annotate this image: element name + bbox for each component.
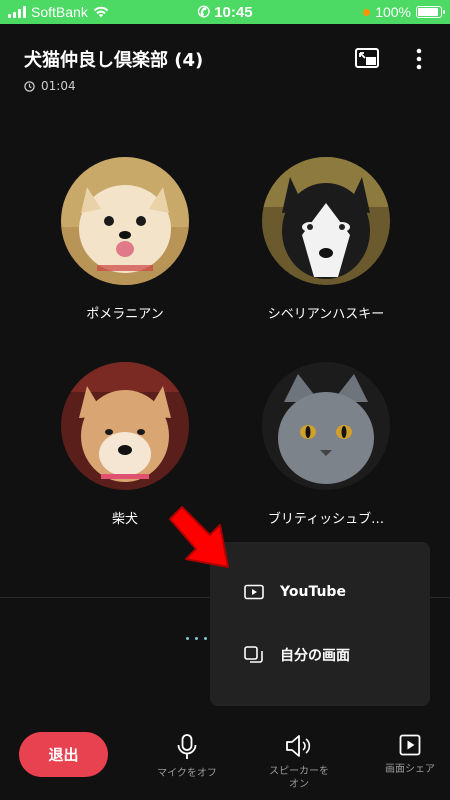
picture-in-picture-icon bbox=[355, 48, 379, 68]
member-tile[interactable]: ポメラニアン bbox=[35, 157, 215, 322]
mic-toggle-button[interactable]: マイクをオフ bbox=[150, 734, 224, 780]
speaker-toggle-button[interactable]: スピーカーを オン bbox=[260, 734, 338, 791]
shiba-avatar bbox=[61, 362, 189, 490]
clock-time: 10:45 bbox=[214, 4, 253, 21]
picture-in-picture-button[interactable] bbox=[354, 46, 380, 74]
menu-item-my-screen[interactable]: 自分の画面 bbox=[210, 635, 430, 675]
mic-in-use-indicator bbox=[363, 8, 371, 16]
pomeranian-avatar bbox=[61, 157, 189, 285]
speaker-toggle-label: スピーカーを オン bbox=[269, 766, 329, 790]
member-tile[interactable]: 柴犬 bbox=[35, 362, 215, 527]
microphone-icon bbox=[177, 734, 197, 759]
screen-share-label: 画面シェア bbox=[385, 764, 435, 775]
status-bar: SoftBank ✆ 10:45 100% bbox=[0, 0, 450, 24]
battery-fill bbox=[418, 8, 438, 16]
menu-item-label: YouTube bbox=[280, 584, 346, 600]
menu-item-youtube[interactable]: YouTube bbox=[210, 572, 430, 612]
group-title: 犬猫仲良し倶楽部 (4) bbox=[24, 50, 204, 71]
exit-button[interactable]: 退出 bbox=[19, 732, 108, 777]
member-tile[interactable]: ブリティッシュブ… bbox=[236, 362, 416, 527]
husky-avatar bbox=[262, 157, 390, 285]
more-vertical-icon bbox=[416, 48, 422, 70]
member-name: ブリティッシュブ… bbox=[267, 512, 385, 527]
screen-share-button[interactable]: 画面シェア bbox=[375, 734, 445, 776]
more-options-button[interactable] bbox=[412, 47, 426, 75]
menu-item-label: 自分の画面 bbox=[280, 648, 350, 664]
mic-toggle-label: マイクをオフ bbox=[157, 768, 217, 779]
screen-share-icon bbox=[244, 646, 263, 663]
screen-share-menu: YouTube 自分の画面 bbox=[210, 542, 430, 706]
annotation-arrow bbox=[169, 506, 229, 568]
elapsed-time: 01:04 bbox=[41, 79, 76, 93]
call-timer: 01:04 bbox=[24, 79, 76, 93]
british-shorthair-avatar bbox=[262, 362, 390, 490]
phone-call-icon: ✆ bbox=[197, 4, 211, 21]
clock-icon bbox=[24, 80, 35, 92]
call-controls-bar: 退出 マイクをオフ スピーカーを オン 画面シェア bbox=[0, 712, 450, 800]
member-tile[interactable]: シベリアンハスキー bbox=[236, 157, 416, 322]
youtube-icon bbox=[244, 584, 264, 600]
battery-percent: 100% bbox=[375, 4, 411, 20]
screen-share-play-icon bbox=[399, 734, 421, 756]
member-name: シベリアンハスキー bbox=[267, 307, 385, 322]
battery-icon bbox=[416, 6, 445, 18]
page-indicator-dots bbox=[186, 637, 207, 640]
speaker-icon bbox=[286, 735, 311, 757]
member-name: ポメラニアン bbox=[86, 307, 164, 322]
